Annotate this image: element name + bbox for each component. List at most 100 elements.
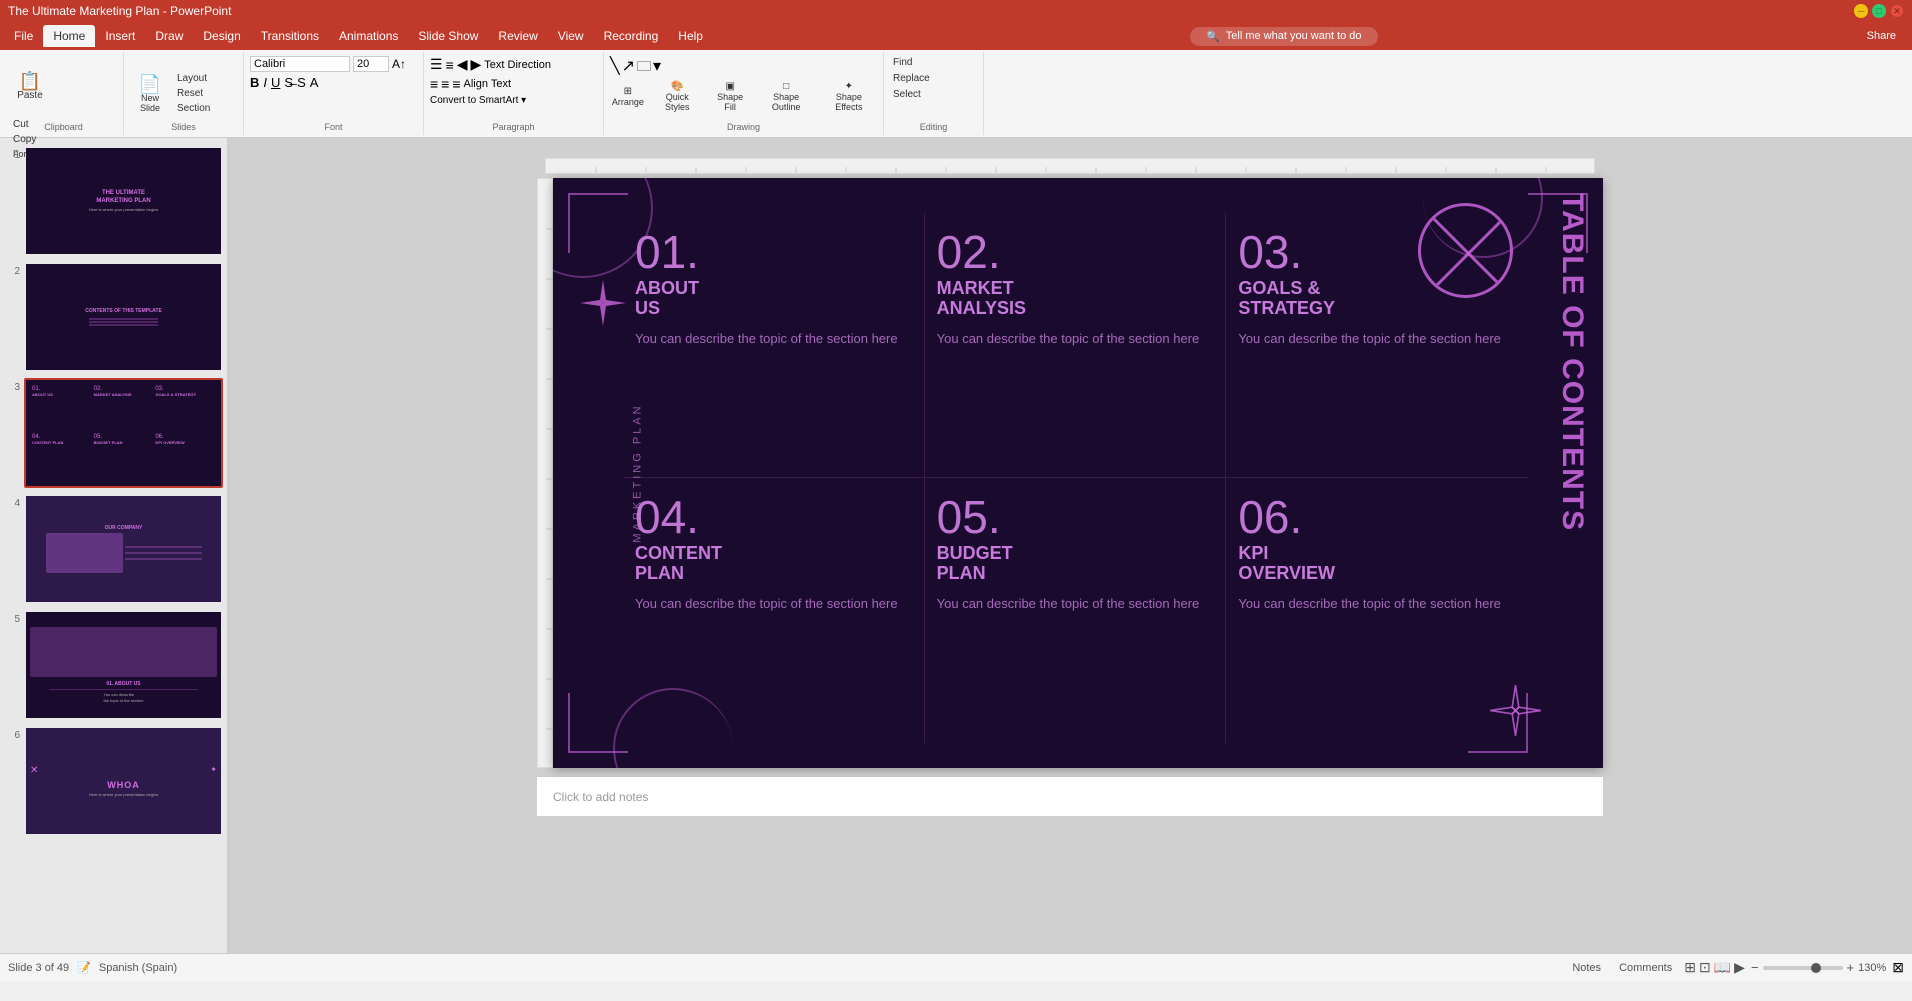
shape-fill-button[interactable]: ▣ Shape Fill [709,79,752,114]
item-3-number: 03. [1238,229,1516,275]
slide-thumb-5[interactable]: 5 01. ABOUT US You can describethe topic… [4,610,223,720]
underline-button[interactable]: U [271,75,280,90]
slideshow-button[interactable]: ▶ [1734,959,1745,976]
shapes-more[interactable]: ▾ [653,56,661,76]
shape-fill-icon: ▣ [725,81,734,92]
shape-outline-button[interactable]: □ Shape Outline [757,79,814,114]
shape-effects-button[interactable]: ✦ Shape Effects [821,79,877,114]
tab-slideshow[interactable]: Slide Show [408,25,488,47]
window-controls: ─ □ ✕ [1854,4,1904,18]
line-tool[interactable]: ╲ [610,56,620,76]
zoom-slider[interactable] [1763,966,1843,970]
tab-view[interactable]: View [548,25,594,47]
notes-button[interactable]: Notes [1566,960,1607,976]
tab-animations[interactable]: Animations [329,25,408,47]
item-2-number: 02. [937,229,1214,275]
decrease-indent-button[interactable]: ◀ [457,56,468,73]
slide-thumb-2[interactable]: 2 CONTENTS OF THIS TEMPLATE [4,262,223,372]
numbering-button[interactable]: ≡ [446,57,454,73]
shadow-button[interactable]: S [297,75,306,90]
vertical-ruler [537,178,553,768]
item-4-title: CONTENTPLAN [635,544,912,584]
align-left-button[interactable]: ≡ [430,76,438,92]
paste-button[interactable]: 📋 Paste [10,56,50,116]
item-4-number: 04. [635,494,912,540]
font-name-input[interactable] [250,56,350,72]
align-right-button[interactable]: ≡ [452,76,460,92]
font-label: Font [324,122,342,132]
replace-button[interactable]: Replace [890,72,933,85]
tab-file[interactable]: File [4,25,43,47]
share-button[interactable]: Share [1855,30,1908,42]
fit-slide-button[interactable]: ⊠ [1892,959,1904,976]
increase-indent-button[interactable]: ▶ [471,56,482,73]
tab-draw[interactable]: Draw [145,25,193,47]
font-size-input[interactable] [353,56,389,72]
find-button[interactable]: Find [890,56,915,69]
align-center-button[interactable]: ≡ [441,76,449,92]
tab-recording[interactable]: Recording [594,25,669,47]
section-button[interactable]: Section [174,102,213,115]
zoom-level: 130% [1858,962,1886,974]
slide-thumb-1[interactable]: 1 THE ULTIMATEMARKETING PLAN Here is whe… [4,146,223,256]
slide-img-6[interactable]: ✕ ✦ WHOA Here is where your presentation… [24,726,223,836]
arrange-icon: ⊞ [624,86,632,97]
italic-button[interactable]: I [263,75,267,90]
search-icon: 🔍 [1206,30,1220,43]
main-slide: Marketing plan TABLE OF CONTENTS 01. ABO… [553,178,1603,768]
notes-area[interactable]: Click to add notes [537,776,1603,816]
tab-transitions[interactable]: Transitions [251,25,329,47]
item-5-number: 05. [937,494,1214,540]
tab-home[interactable]: Home [43,25,95,47]
slide-panel[interactable]: 1 THE ULTIMATEMARKETING PLAN Here is whe… [0,138,228,953]
font-color-button[interactable]: A [310,75,319,90]
slide-thumb-6[interactable]: 6 ✕ ✦ WHOA Here is where your presentati… [4,726,223,836]
select-button[interactable]: Select [890,88,924,101]
normal-view-button[interactable]: ⊞ [1684,959,1696,976]
slide-img-5[interactable]: 01. ABOUT US You can describethe topic o… [24,610,223,720]
minimize-button[interactable]: ─ [1854,4,1868,18]
maximize-button[interactable]: □ [1872,4,1886,18]
tell-me-box[interactable]: 🔍 Tell me what you want to do [1190,27,1377,46]
arrange-button[interactable]: ⊞ Arrange [610,84,646,109]
zoom-out-button[interactable]: − [1751,960,1759,975]
slide-img-2[interactable]: CONTENTS OF THIS TEMPLATE [24,262,223,372]
ruler-marks [546,159,1594,173]
align-text-button[interactable]: Align Text [464,78,512,90]
text-direction-button[interactable]: Text Direction [484,59,551,71]
new-slide-button[interactable]: 📄 New Slide [130,64,170,124]
slide-thumb-4[interactable]: 4 OUR COMPANY [4,494,223,604]
arrow-tool[interactable]: ↗ [622,56,635,76]
slide-number-2: 2 [4,262,24,372]
slide-img-3[interactable]: 01.ABOUT US 02.MARKET ANALYSIS 03.GOALS … [24,378,223,488]
copy-button[interactable]: Copy [10,133,76,146]
app-title: The Ultimate Marketing Plan - PowerPoint [8,4,231,18]
tab-help[interactable]: Help [668,25,713,47]
star-top-left [578,278,628,333]
increase-font-button[interactable]: A↑ [392,57,406,71]
zoom-in-button[interactable]: + [1847,960,1855,975]
layout-button[interactable]: Layout [174,72,213,85]
item-4-desc: You can describe the topic of the sectio… [635,594,912,614]
convert-smartart-button[interactable]: Convert to SmartArt ▾ [430,95,526,106]
slide-area: Marketing plan TABLE OF CONTENTS 01. ABO… [228,138,1912,953]
slide-img-4[interactable]: OUR COMPANY [24,494,223,604]
horizontal-ruler [545,158,1595,174]
font-group: A↑ B I U S̶ S A Font [244,52,424,135]
bullets-button[interactable]: ☰ [430,56,443,73]
zoom-thumb[interactable] [1811,963,1821,973]
close-button[interactable]: ✕ [1890,4,1904,18]
tab-design[interactable]: Design [193,25,250,47]
reset-button[interactable]: Reset [174,87,213,100]
slide-img-1[interactable]: THE ULTIMATEMARKETING PLAN Here is where… [24,146,223,256]
tab-review[interactable]: Review [488,25,547,47]
slide-sorter-button[interactable]: ⊡ [1699,959,1711,976]
tab-insert[interactable]: Insert [95,25,145,47]
quick-styles-button[interactable]: 🎨 Quick Styles [652,79,703,114]
reading-view-button[interactable]: 📖 [1714,959,1731,976]
comments-button[interactable]: Comments [1613,960,1678,976]
slide-thumb-3[interactable]: 3 01.ABOUT US 02.MARKET ANALYSIS 03.GOAL… [4,378,223,488]
bold-button[interactable]: B [250,75,259,90]
rect-tool[interactable] [637,61,651,71]
strikethrough-button[interactable]: S̶ [284,75,293,90]
